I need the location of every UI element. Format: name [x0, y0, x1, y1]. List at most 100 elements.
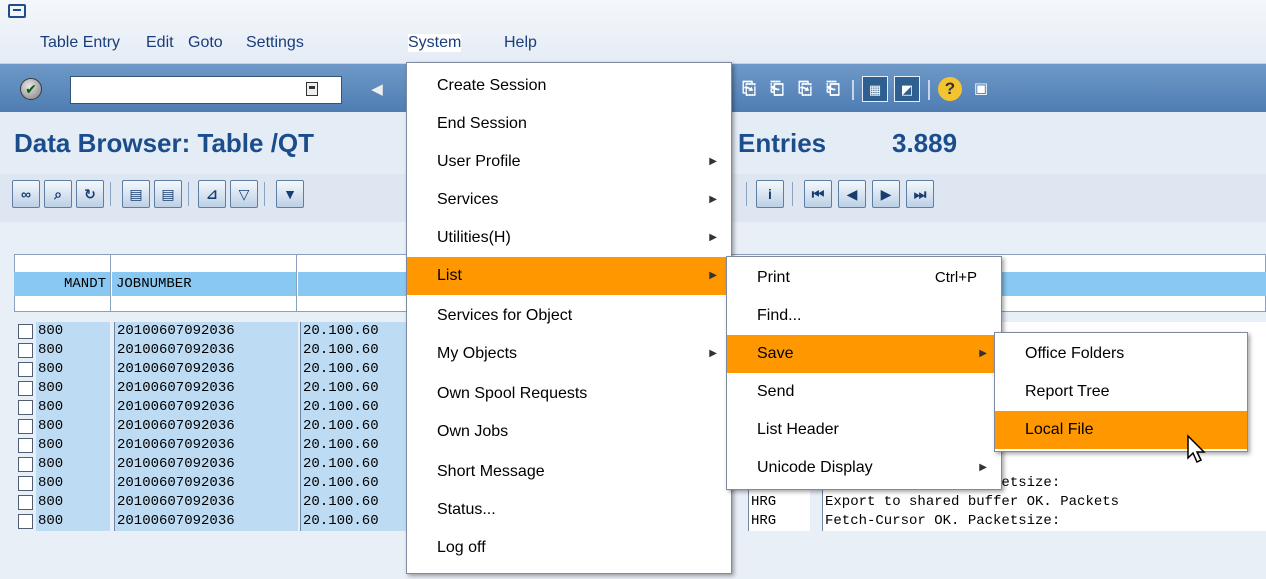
- menu-item-list-header[interactable]: List Header: [727, 411, 1001, 449]
- menu-item-end-session[interactable]: End Session: [407, 105, 731, 143]
- toolbar-separator: [188, 182, 189, 206]
- save-icon[interactable]: [306, 82, 318, 96]
- cell-jobnumber: 20100607092036: [114, 417, 298, 436]
- command-field[interactable]: [70, 76, 342, 104]
- menu-edit[interactable]: Edit: [146, 34, 174, 52]
- cell-jobnumber: 20100607092036: [114, 474, 298, 493]
- menu-system[interactable]: System: [408, 34, 462, 52]
- toolbar-separator: [110, 182, 111, 206]
- menu-item-office-folders[interactable]: Office Folders: [995, 335, 1247, 373]
- column-header-ip[interactable]: [298, 272, 408, 296]
- filter-icon[interactable]: ▼: [276, 180, 304, 208]
- cell-mandt: 800: [36, 417, 110, 436]
- last-page-icon[interactable]: ⏭: [906, 180, 934, 208]
- menu-help[interactable]: Help: [504, 34, 537, 52]
- menu-item-send[interactable]: Send: [727, 373, 1001, 411]
- row-select-checkbox[interactable]: [18, 381, 33, 396]
- system-menu: Create Session End Session User Profile ▶…: [406, 62, 732, 574]
- menu-item-report-tree[interactable]: Report Tree: [995, 373, 1247, 411]
- menu-item-label: Own Spool Requests: [437, 385, 588, 402]
- system-menu-icon[interactable]: [8, 4, 26, 18]
- enter-icon[interactable]: ✔: [20, 78, 42, 100]
- menu-item-label: User Profile: [437, 153, 521, 170]
- page-down-icon[interactable]: ⎘: [792, 76, 818, 102]
- select-all-icon[interactable]: ▤: [122, 180, 150, 208]
- menu-item-label: My Objects: [437, 345, 518, 362]
- create-session-icon[interactable]: ⎘: [736, 76, 762, 102]
- menu-item-user-profile[interactable]: User Profile ▶: [407, 143, 731, 181]
- page-icon[interactable]: ⎗: [820, 76, 846, 102]
- menu-item-find[interactable]: Find...: [727, 297, 1001, 335]
- page-up-icon[interactable]: ⎗: [764, 76, 790, 102]
- menu-item-local-file[interactable]: Local File: [995, 411, 1247, 449]
- menu-item-label: Short Message: [437, 463, 545, 480]
- menu-item-log-off[interactable]: Log off: [407, 529, 731, 567]
- menu-item-label: List Header: [757, 421, 839, 438]
- monitor-icon[interactable]: ▣: [968, 76, 994, 102]
- row-select-checkbox[interactable]: [18, 514, 33, 529]
- layout-icon[interactable]: ▦: [862, 76, 888, 102]
- submenu-arrow-icon: ▶: [979, 462, 987, 473]
- config-icon[interactable]: ◩: [894, 76, 920, 102]
- row-select-checkbox[interactable]: [18, 476, 33, 491]
- menu-item-create-session[interactable]: Create Session: [407, 67, 731, 105]
- deselect-all-icon[interactable]: ▤: [154, 180, 182, 208]
- menu-item-my-objects[interactable]: My Objects ▶: [407, 335, 731, 373]
- menu-item-services-for-object[interactable]: Services for Object: [407, 297, 731, 335]
- sort-descending-icon[interactable]: ▽: [230, 180, 258, 208]
- menu-item-services[interactable]: Services ▶: [407, 181, 731, 219]
- menu-item-label: Status...: [437, 501, 496, 518]
- submenu-arrow-icon: ▶: [709, 348, 717, 359]
- cell-jobnumber: 20100607092036: [114, 493, 298, 512]
- list-submenu: Print Ctrl+P Find... Save ▶ Send List Head…: [726, 256, 1002, 490]
- find-icon[interactable]: ⌕: [44, 180, 72, 208]
- column-header-mandt[interactable]: MANDT: [14, 272, 110, 296]
- cell-jobnumber: 20100607092036: [114, 322, 298, 341]
- menu-item-label: Services for Object: [437, 307, 573, 324]
- cell-mandt: 800: [36, 322, 110, 341]
- cell-user: HRG: [748, 512, 810, 531]
- menu-item-label: Report Tree: [1025, 383, 1110, 400]
- menu-item-label: Print: [757, 269, 790, 286]
- row-select-checkbox[interactable]: [18, 324, 33, 339]
- menu-item-own-spool-requests[interactable]: Own Spool Requests: [407, 375, 731, 413]
- menu-item-utilities[interactable]: Utilities(H) ▶: [407, 219, 731, 257]
- row-select-checkbox[interactable]: [18, 495, 33, 510]
- row-select-checkbox[interactable]: [18, 457, 33, 472]
- menu-item-save[interactable]: Save ▶: [727, 335, 1001, 373]
- row-select-checkbox[interactable]: [18, 343, 33, 358]
- column-header-jobnumber[interactable]: JOBNUMBER: [112, 272, 296, 296]
- menu-item-list[interactable]: List ▶: [407, 257, 731, 295]
- menu-item-unicode-display[interactable]: Unicode Display ▶: [727, 449, 1001, 487]
- menu-item-status[interactable]: Status...: [407, 491, 731, 529]
- help-icon[interactable]: ?: [938, 77, 962, 101]
- next-page-icon[interactable]: ▶: [872, 180, 900, 208]
- menu-settings[interactable]: Settings: [246, 34, 304, 52]
- row-select-checkbox[interactable]: [18, 419, 33, 434]
- cell-message: Fetch-Cursor OK. Packetsize:: [822, 512, 1266, 531]
- column-header-message[interactable]: [1000, 272, 1266, 296]
- menu-item-print[interactable]: Print Ctrl+P: [727, 259, 1001, 297]
- submenu-arrow-icon: ▶: [709, 194, 717, 205]
- menu-goto[interactable]: Goto: [188, 34, 223, 52]
- row-select-checkbox[interactable]: [18, 362, 33, 377]
- glasses-icon[interactable]: ∞: [12, 180, 40, 208]
- row-select-checkbox[interactable]: [18, 438, 33, 453]
- menu-item-short-message[interactable]: Short Message: [407, 453, 731, 491]
- back-icon[interactable]: ◀: [367, 80, 387, 100]
- command-input[interactable]: [71, 77, 341, 103]
- cell-message: Export to shared buffer OK. Packets: [822, 493, 1266, 512]
- menu-item-own-jobs[interactable]: Own Jobs: [407, 413, 731, 451]
- sort-ascending-icon[interactable]: ⊿: [198, 180, 226, 208]
- row-select-checkbox[interactable]: [18, 400, 33, 415]
- toolbar-separator: [792, 182, 793, 206]
- previous-page-icon[interactable]: ◀: [838, 180, 866, 208]
- menu-table-entry[interactable]: Table Entry: [40, 34, 120, 52]
- first-page-icon[interactable]: ⏮: [804, 180, 832, 208]
- page-title: Data Browser: Table /QT: [14, 128, 315, 158]
- info-icon[interactable]: i: [756, 180, 784, 208]
- refresh-icon[interactable]: ↻: [76, 180, 104, 208]
- menu-item-label: Unicode Display: [757, 459, 873, 476]
- submenu-arrow-icon: ▶: [709, 232, 717, 243]
- entry-count: 3.889: [892, 128, 958, 158]
